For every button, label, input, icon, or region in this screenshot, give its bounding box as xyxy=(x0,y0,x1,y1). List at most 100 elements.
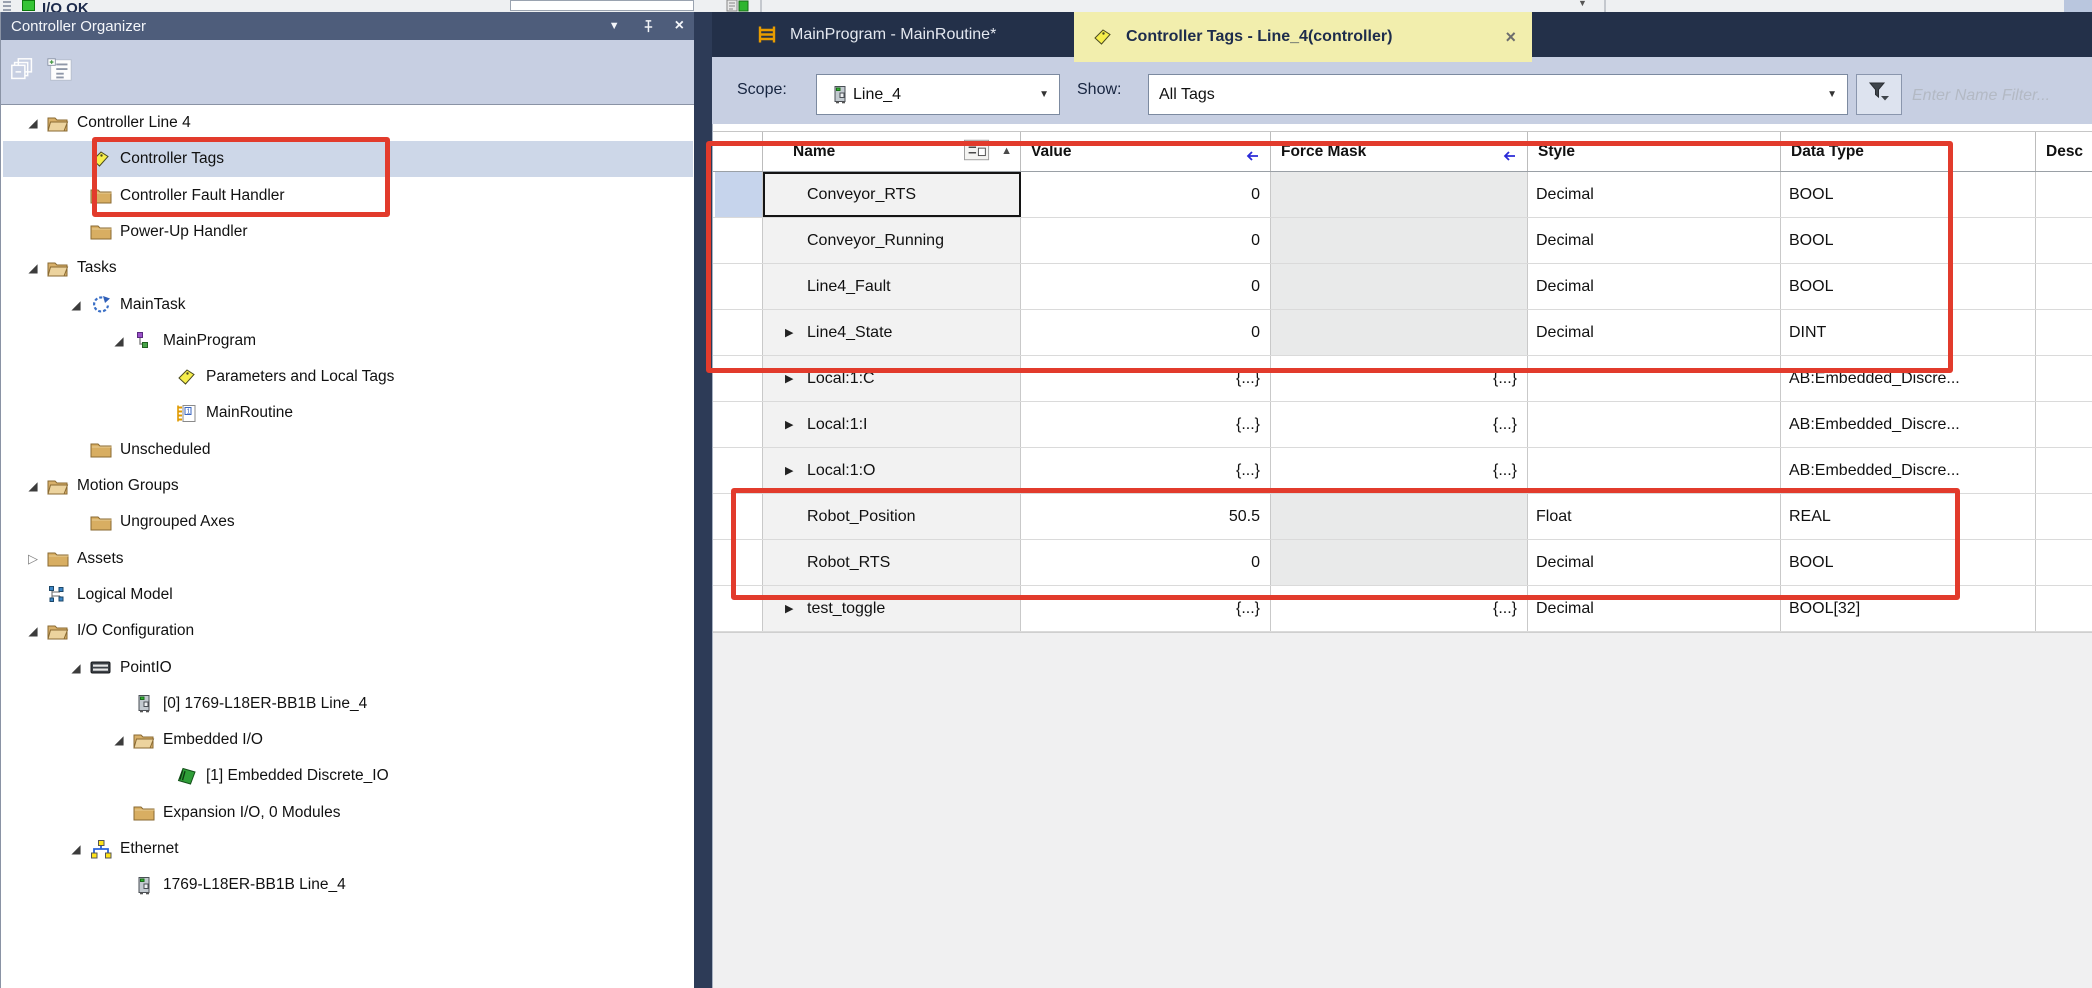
row-selector[interactable] xyxy=(715,356,763,401)
column-header-data-type[interactable]: Data Type xyxy=(1781,132,2036,171)
tag-value-cell[interactable]: {...} xyxy=(1021,402,1271,447)
tree-item-mainprogram[interactable]: ◢MainProgram xyxy=(3,323,693,359)
collapse-all-icon[interactable] xyxy=(9,56,37,89)
row-expand-icon[interactable]: ▶ xyxy=(785,418,793,431)
tree-item-controller-line-4[interactable]: ◢Controller Line 4 xyxy=(3,105,693,141)
tree-item-embedded-i-o[interactable]: ◢Embedded I/O xyxy=(3,722,693,758)
tag-datatype-cell[interactable]: BOOL xyxy=(1781,540,2036,585)
tag-forcemask-cell[interactable] xyxy=(1271,540,1528,585)
tree-item-unscheduled[interactable]: Unscheduled xyxy=(3,432,693,468)
toolbar-drag-grip[interactable] xyxy=(3,1,11,11)
tag-style-cell[interactable]: Decimal xyxy=(1528,218,1781,263)
tree-item-controller-tags[interactable]: Controller Tags xyxy=(3,141,693,177)
tag-description-cell[interactable] xyxy=(2036,494,2092,539)
close-icon[interactable]: × xyxy=(1505,27,1516,48)
tag-name-cell[interactable]: Conveyor_Running xyxy=(763,218,1021,263)
expand-toggle-icon[interactable]: ◢ xyxy=(64,661,88,675)
tag-datatype-cell[interactable]: DINT xyxy=(1781,310,2036,355)
row-expand-icon[interactable]: ▶ xyxy=(785,602,793,615)
tag-style-cell[interactable]: Decimal xyxy=(1528,264,1781,309)
tag-value-cell[interactable]: 0 xyxy=(1021,172,1271,217)
tag-name-cell[interactable]: Robot_RTS xyxy=(763,540,1021,585)
tag-forcemask-cell[interactable]: {...} xyxy=(1271,402,1528,447)
column-options-icon[interactable] xyxy=(964,140,990,160)
row-selector[interactable] xyxy=(715,586,763,631)
tag-datatype-cell[interactable]: AB:Embedded_Discre... xyxy=(1781,448,2036,493)
row-selector[interactable] xyxy=(715,218,763,263)
tag-datatype-cell[interactable]: REAL xyxy=(1781,494,2036,539)
tree-item-parameters-and-local-tags[interactable]: Parameters and Local Tags xyxy=(3,359,693,395)
row-expand-icon[interactable]: ▶ xyxy=(785,464,793,477)
tag-description-cell[interactable] xyxy=(2036,586,2092,631)
tag-name-cell[interactable]: Line4_Fault xyxy=(763,264,1021,309)
tree-item-1-embedded-discrete-io[interactable]: [1] Embedded Discrete_IO xyxy=(3,758,693,794)
column-header-style[interactable]: Style xyxy=(1528,132,1781,171)
filter-button[interactable] xyxy=(1856,74,1902,115)
tag-forcemask-cell[interactable] xyxy=(1271,218,1528,263)
tag-description-cell[interactable] xyxy=(2036,448,2092,493)
tree-item-tasks[interactable]: ◢Tasks xyxy=(3,250,693,286)
expand-toggle-icon[interactable]: ◢ xyxy=(21,479,45,493)
tag-datatype-cell[interactable]: AB:Embedded_Discre... xyxy=(1781,356,2036,401)
row-selector[interactable] xyxy=(715,402,763,447)
tag-description-cell[interactable] xyxy=(2036,402,2092,447)
row-selector[interactable] xyxy=(715,172,763,217)
tree-item-expansion-i-o-0-modules[interactable]: Expansion I/O, 0 Modules xyxy=(3,795,693,831)
column-header-value[interactable]: Value xyxy=(1021,132,1271,171)
tag-datatype-cell[interactable]: BOOL xyxy=(1781,172,2036,217)
row-selector[interactable] xyxy=(715,310,763,355)
tag-value-cell[interactable]: {...} xyxy=(1021,448,1271,493)
tag-style-cell[interactable]: Float xyxy=(1528,494,1781,539)
tag-description-cell[interactable] xyxy=(2036,310,2092,355)
row-selector[interactable] xyxy=(715,448,763,493)
tag-description-cell[interactable] xyxy=(2036,218,2092,263)
expand-toggle-icon[interactable]: ◢ xyxy=(107,733,131,747)
tag-description-cell[interactable] xyxy=(2036,540,2092,585)
tag-style-cell[interactable] xyxy=(1528,356,1781,401)
tag-value-cell[interactable]: 0 xyxy=(1021,218,1271,263)
tag-value-cell[interactable]: 50.5 xyxy=(1021,494,1271,539)
tag-forcemask-cell[interactable]: {...} xyxy=(1271,448,1528,493)
tree-item-1769-l18er-bb1b-line-4[interactable]: 1769-L18ER-BB1B Line_4 xyxy=(3,867,693,903)
tree-item-power-up-handler[interactable]: Power-Up Handler xyxy=(3,214,693,250)
expand-toggle-icon[interactable]: ▷ xyxy=(21,551,45,567)
tree-item-motion-groups[interactable]: ◢Motion Groups xyxy=(3,468,693,504)
chevron-down-icon[interactable]: ▼ xyxy=(1578,0,1587,8)
tag-forcemask-cell[interactable] xyxy=(1271,494,1528,539)
tag-forcemask-cell[interactable] xyxy=(1271,264,1528,309)
tab-mainprogram-mainroutine[interactable]: MainProgram - MainRoutine* xyxy=(740,12,1010,57)
expand-toggle-icon[interactable]: ◢ xyxy=(64,298,88,312)
tag-forcemask-cell[interactable]: {...} xyxy=(1271,356,1528,401)
tag-name-cell[interactable]: ▶Line4_State xyxy=(763,310,1021,355)
tree-item-controller-fault-handler[interactable]: Controller Fault Handler xyxy=(3,178,693,214)
tag-name-cell[interactable]: ▶Local:1:I xyxy=(763,402,1021,447)
tag-style-cell[interactable]: Decimal xyxy=(1528,172,1781,217)
tag-style-cell[interactable]: Decimal xyxy=(1528,310,1781,355)
tag-name-cell[interactable]: ▶Local:1:O xyxy=(763,448,1021,493)
tag-name-cell[interactable]: Robot_Position xyxy=(763,494,1021,539)
tree-item-0-1769-l18er-bb1b-line-4[interactable]: [0] 1769-L18ER-BB1B Line_4 xyxy=(3,686,693,722)
column-header-name[interactable]: Name▲ xyxy=(763,132,1021,171)
scope-dropdown[interactable]: Line_4 ▼ xyxy=(816,74,1060,115)
tag-style-cell[interactable] xyxy=(1528,448,1781,493)
tag-datatype-cell[interactable]: BOOL xyxy=(1781,264,2036,309)
column-header-force-mask[interactable]: Force Mask xyxy=(1271,132,1528,171)
tag-value-cell[interactable]: {...} xyxy=(1021,586,1271,631)
row-expand-icon[interactable]: ▶ xyxy=(785,326,793,339)
tag-name-cell[interactable]: Conveyor_RTS xyxy=(763,172,1021,217)
tag-datatype-cell[interactable]: BOOL[32] xyxy=(1781,586,2036,631)
tag-forcemask-cell[interactable] xyxy=(1271,172,1528,217)
tree-item-mainroutine[interactable]: 1MainRoutine xyxy=(3,395,693,431)
tag-name-cell[interactable]: ▶test_toggle xyxy=(763,586,1021,631)
list-details-icon[interactable] xyxy=(45,56,75,89)
tag-description-cell[interactable] xyxy=(2036,264,2092,309)
expand-toggle-icon[interactable]: ◢ xyxy=(21,116,45,130)
show-dropdown[interactable]: All Tags ▼ xyxy=(1148,74,1848,115)
tag-value-cell[interactable]: 0 xyxy=(1021,310,1271,355)
tree-item-assets[interactable]: ▷Assets xyxy=(3,541,693,577)
tag-forcemask-cell[interactable]: {...} xyxy=(1271,586,1528,631)
tree-item-maintask[interactable]: ◢MainTask xyxy=(3,287,693,323)
tree-item-logical-model[interactable]: Logical Model xyxy=(3,577,693,613)
toolbar-combobox[interactable] xyxy=(510,0,694,11)
row-selector[interactable] xyxy=(715,540,763,585)
